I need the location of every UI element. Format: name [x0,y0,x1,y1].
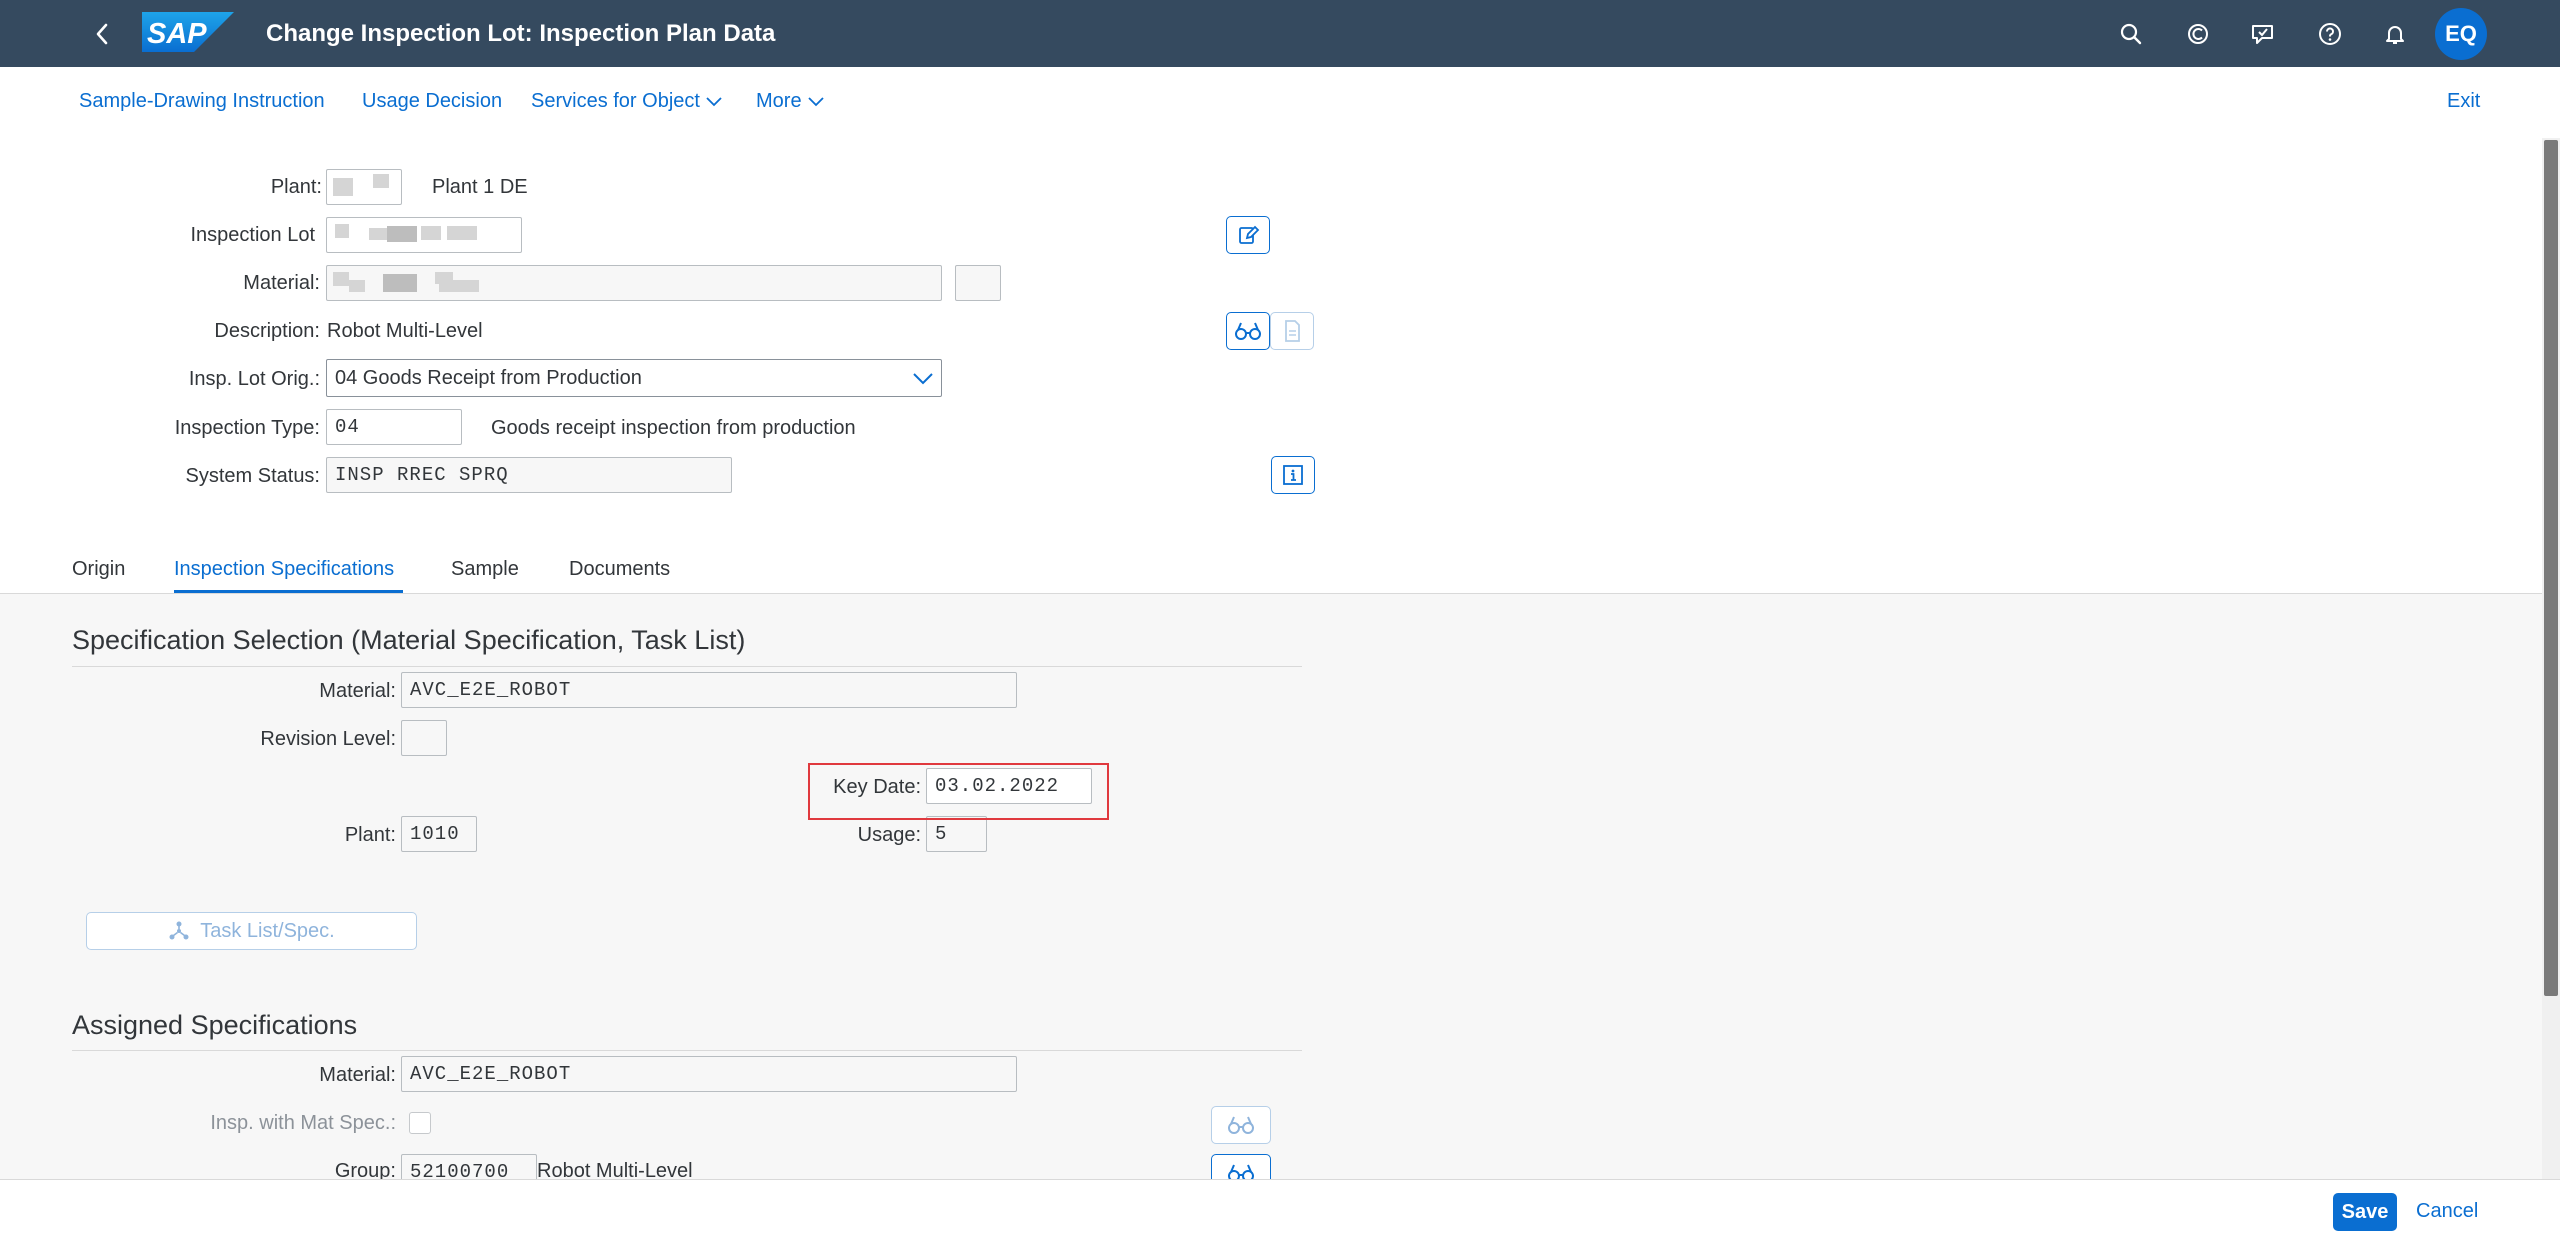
hierarchy-icon [169,921,189,940]
system-status-field[interactable]: INSP RREC SPRQ [326,457,732,493]
inspection-lot-label: Inspection Lot [190,224,315,246]
redacted-block [349,280,365,292]
glasses-icon [1235,322,1261,340]
redacted-block [333,178,353,196]
redacted-block [387,226,417,242]
chevron-down-icon [913,373,933,385]
document-icon [1285,320,1300,342]
edit-button[interactable] [1226,216,1270,254]
assigned-specs-title: Assigned Specifications [72,1010,358,1040]
lot-origin-select[interactable]: 04 Goods Receipt from Production [326,359,942,397]
help-icon[interactable] [2312,16,2348,52]
revision-level-field[interactable] [401,720,447,756]
system-status-label: System Status: [185,465,321,487]
spec-material-label: Material: [319,680,396,702]
exit-link[interactable]: Exit [2447,90,2480,113]
scrollbar-thumb[interactable] [2544,140,2558,996]
chevron-down-icon [807,97,824,106]
tab-sample[interactable]: Sample [451,558,519,581]
document-button[interactable] [1270,312,1314,350]
notification-icon[interactable] [2377,16,2413,52]
shell-bar: SAP Change Inspection Lot: Inspection Pl… [0,0,2560,67]
back-icon[interactable] [84,16,120,52]
display-button[interactable] [1226,312,1270,350]
redacted-block [373,174,389,188]
inspection-lot-field[interactable] [326,217,522,253]
spec-material-field[interactable]: AVC_E2E_ROBOT [401,672,1017,708]
usage-label: Usage: [857,824,921,846]
services-for-object-menu[interactable]: Services for Object [531,90,722,113]
section-divider [72,1050,1302,1051]
plant-label: Plant: [270,176,322,198]
redacted-block [383,274,417,292]
tab-inspection-specifications[interactable]: Inspection Specifications [174,558,394,581]
description-value: Robot Multi-Level [327,320,483,342]
lot-origin-value: 04 Goods Receipt from Production [335,367,642,389]
section-divider [72,666,1302,667]
tab-documents[interactable]: Documents [569,558,670,581]
key-date-highlight [808,763,1109,820]
description-label: Description: [214,320,320,342]
chevron-down-icon [706,97,722,106]
info-icon [1283,465,1303,485]
sap-logo[interactable]: SAP [142,12,234,52]
spec-plant-label: Plant: [344,824,396,846]
glasses-icon [1228,1116,1254,1134]
edit-icon [1239,225,1260,244]
footer-bar [0,1179,2560,1241]
svg-text:SAP: SAP [147,18,207,50]
inspection-type-label: Inspection Type: [174,417,320,439]
plant-description: Plant 1 DE [432,176,528,198]
redacted-block [421,226,441,240]
redacted-block [335,224,349,238]
save-button[interactable]: Save [2333,1193,2397,1231]
inspection-type-description: Goods receipt inspection from production [491,417,856,439]
usage-field[interactable]: 5 [926,816,987,852]
redacted-block [369,228,387,240]
task-list-label: Task List/Spec. [200,919,335,942]
redacted-block [439,280,479,292]
user-avatar[interactable]: EQ [2435,8,2487,60]
services-label: Services for Object [531,90,700,112]
material-label: Material: [243,272,320,294]
search-icon[interactable] [2113,16,2149,52]
inspection-type-field[interactable]: 04 [326,409,462,445]
revision-level-label: Revision Level: [260,728,396,750]
display-mat-spec-button[interactable] [1211,1106,1271,1144]
tab-content: Specification Selection (Material Specif… [0,594,2560,1192]
app-title: Change Inspection Lot: Inspection Plan D… [266,20,776,47]
tab-origin[interactable]: Origin [72,558,125,581]
plant-field[interactable] [326,169,402,205]
sample-drawing-link[interactable]: Sample-Drawing Instruction [79,90,325,113]
spec-selection-title: Specification Selection (Material Specif… [72,625,746,655]
copilot-icon[interactable] [2180,16,2216,52]
status-info-button[interactable] [1271,456,1315,494]
more-menu[interactable]: More [756,90,824,113]
task-list-spec-button[interactable]: Task List/Spec. [86,912,417,950]
cancel-button[interactable]: Cancel [2416,1200,2478,1223]
material-field[interactable] [326,265,942,301]
insp-mat-spec-label: Insp. with Mat Spec.: [210,1112,396,1134]
insp-mat-spec-checkbox[interactable] [409,1112,431,1134]
spec-plant-field[interactable]: 1010 [401,816,477,852]
redacted-block [333,272,349,286]
feedback-icon[interactable] [2245,16,2281,52]
more-label: More [756,90,802,112]
assigned-material-label: Material: [319,1064,396,1086]
redacted-block [447,226,477,240]
usage-decision-link[interactable]: Usage Decision [362,90,502,113]
material-extra-field[interactable] [955,265,1001,301]
lot-origin-label: Insp. Lot Orig.: [188,368,320,390]
assigned-material-field[interactable]: AVC_E2E_ROBOT [401,1056,1017,1092]
